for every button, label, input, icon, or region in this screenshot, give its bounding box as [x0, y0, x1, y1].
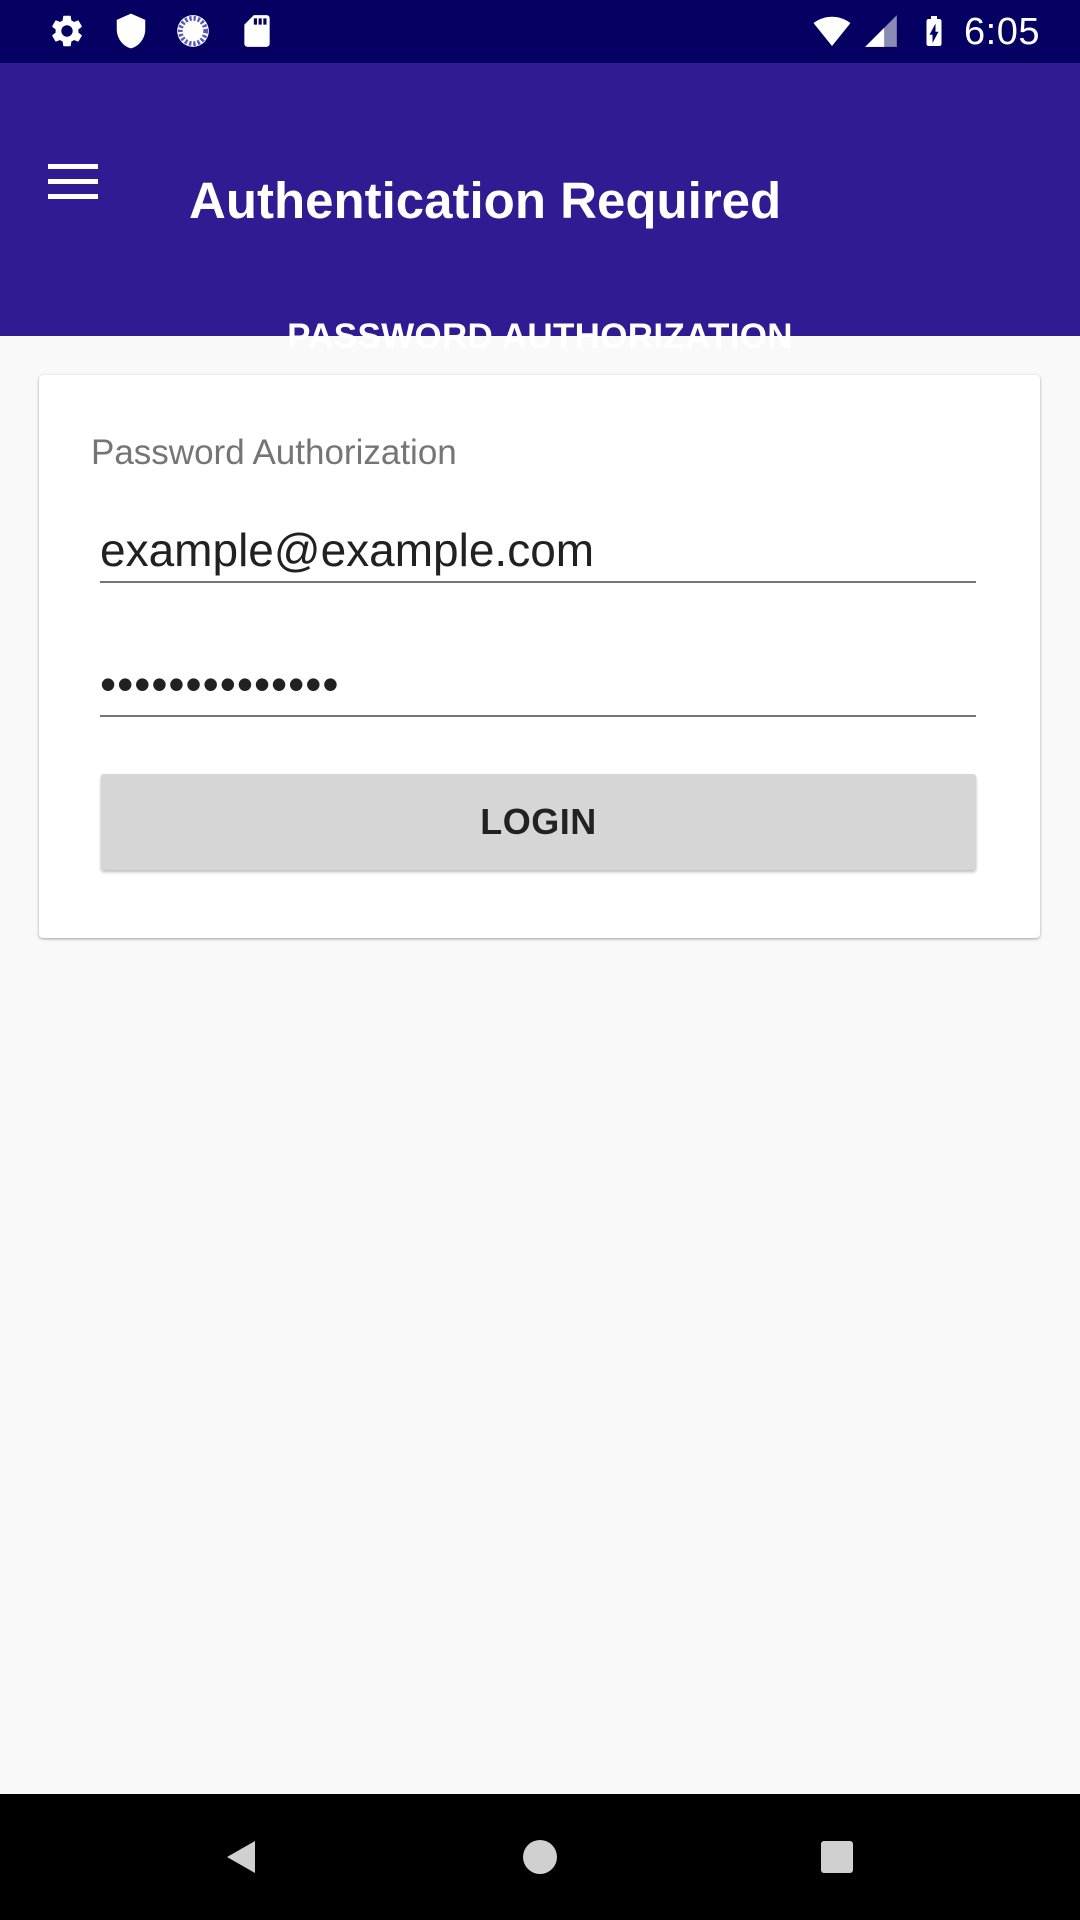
status-time: 6:05 [964, 11, 1040, 53]
email-field[interactable] [100, 519, 976, 581]
email-field-container [100, 519, 976, 583]
settings-icon [52, 15, 82, 47]
page-title: Authentication Required [189, 172, 782, 229]
battery-charging-icon [926, 16, 942, 46]
login-card: Password Authorization LOGIN [39, 375, 1040, 938]
login-button-label: LOGIN [480, 801, 597, 842]
status-bar: 6:05 [0, 0, 1080, 63]
home-icon [523, 1840, 557, 1874]
menu-button[interactable] [28, 137, 118, 227]
login-button[interactable]: LOGIN [101, 774, 976, 870]
navigation-bar [0, 1794, 1080, 1920]
wifi-icon [813, 16, 851, 47]
app-bar: Authentication Required PASSWORD AUTHORI… [0, 63, 1080, 399]
sd-card-icon [244, 15, 270, 47]
back-icon [227, 1841, 255, 1873]
sync-icon [177, 15, 209, 47]
home-button[interactable] [500, 1817, 580, 1897]
password-field-container [100, 653, 976, 717]
back-button[interactable] [201, 1817, 281, 1897]
recents-button[interactable] [797, 1817, 877, 1897]
cell-signal-icon [865, 15, 897, 47]
password-field[interactable] [100, 653, 976, 715]
recents-icon [821, 1841, 853, 1873]
card-title: Password Authorization [91, 433, 457, 472]
hamburger-menu-icon [48, 164, 98, 199]
shield-icon [116, 13, 146, 49]
tab-label: PASSWORD AUTHORIZATION [287, 317, 793, 356]
